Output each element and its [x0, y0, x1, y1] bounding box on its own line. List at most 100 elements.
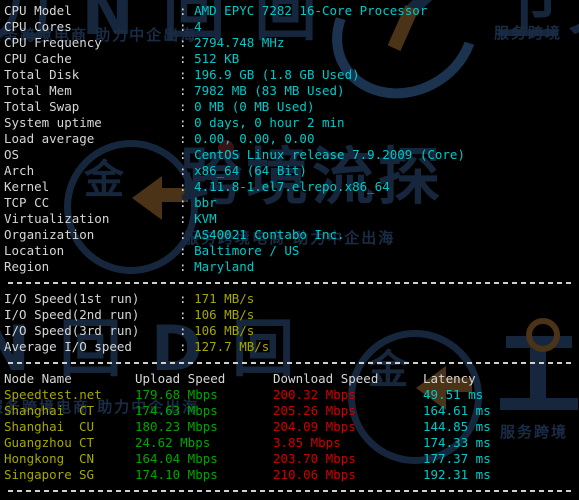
speedtest-cell-latency: 174.33 ms [423, 435, 491, 450]
io-speed-colon: : [179, 339, 195, 354]
system-info-label: Virtualization [4, 211, 110, 226]
speedtest-row: Guangzhou CT 24.62 Mbps 3.85 Mbps 174.33 ms [4, 435, 579, 451]
system-info-colon: : [179, 99, 195, 114]
system-info-value: 0 days, 0 hour 2 min [194, 115, 345, 130]
speedtest-cell-node: Shanghai [4, 419, 65, 434]
speedtest-row: Shanghai CU 180.23 Mbps 204.09 Mbps 144.85 m… [4, 419, 579, 435]
system-info-row: Organization: AS40021 Contabo Inc. [4, 227, 579, 243]
speedtest-header-latency: Latency [423, 371, 476, 386]
io-speed-colon: : [179, 307, 195, 322]
system-info-row: Virtualization: KVM [4, 211, 579, 227]
io-speed-row: I/O Speed(2nd run): 106 MB/s [4, 307, 579, 323]
io-speed-value: 171 MB/s [194, 291, 255, 306]
system-info-value: Maryland [194, 259, 255, 274]
system-info-colon: : [179, 83, 195, 98]
system-info-colon: : [179, 211, 195, 226]
system-info-label: Total Swap [4, 99, 80, 114]
system-info-label: CPU Frequency [4, 35, 102, 50]
speedtest-cell-latency: 164.61 ms [423, 403, 491, 418]
section-divider-1 [4, 275, 579, 291]
system-info-value: 196.9 GB (1.8 GB Used) [194, 67, 360, 82]
system-info-colon: : [179, 163, 195, 178]
system-info-label: System uptime [4, 115, 102, 130]
speedtest-cell-download: 204.09 Mbps [273, 419, 356, 434]
speedtest-cell-node: Singapore [4, 467, 72, 482]
speedtest-cell-isp: CU [79, 419, 95, 434]
speedtest-cell-upload: 24.62 Mbps [135, 435, 211, 450]
system-info-label: CPU Model [4, 3, 72, 18]
system-info-row: CPU Cache: 512 KB [4, 51, 579, 67]
system-info-label: TCP CC [4, 195, 50, 210]
io-speed-colon: : [179, 291, 195, 306]
io-speed-row: I/O Speed(3rd run): 106 MB/s [4, 323, 579, 339]
system-info-row: Kernel: 4.11.8-1.el7.elrepo.x86_64 [4, 179, 579, 195]
terminal-output: CPU Model: AMD EPYC 7282 16-Core Process… [0, 0, 579, 500]
speedtest-header-node: Node Name [4, 371, 72, 386]
io-speed-block: I/O Speed(1st run): 171 MB/s I/O Speed(2n… [4, 291, 579, 355]
system-info-colon: : [179, 35, 195, 50]
system-info-row: Location: Baltimore / US [4, 243, 579, 259]
system-info-label: Total Disk [4, 67, 80, 82]
system-info-label: OS [4, 147, 20, 162]
speedtest-header-row: Node Name Upload Speed Download Speed Laten… [4, 371, 579, 387]
speedtest-header-download: Download Speed [273, 371, 379, 386]
system-info-value: 4.11.8-1.el7.elrepo.x86_64 [194, 179, 390, 194]
system-info-colon: : [179, 227, 195, 242]
system-info-label: Organization [4, 227, 95, 242]
io-speed-label: I/O Speed(3rd run) [4, 323, 140, 338]
system-info-colon: : [179, 195, 195, 210]
system-info-row: CPU Model: AMD EPYC 7282 16-Core Process… [4, 3, 579, 19]
speedtest-cell-isp: CN [79, 451, 95, 466]
system-info-colon: : [179, 115, 195, 130]
io-speed-label: I/O Speed(2nd run) [4, 307, 140, 322]
io-speed-label: Average I/O speed [4, 339, 132, 354]
system-info-colon: : [179, 179, 195, 194]
system-info-row: Load average: 0.00, 0.00, 0.00 [4, 131, 579, 147]
system-info-colon: : [179, 67, 195, 82]
speedtest-cell-isp: CT [79, 403, 95, 418]
io-speed-value: 106 MB/s [194, 323, 255, 338]
system-info-row: OS: CentOS Linux release 7.9.2009 (Core) [4, 147, 579, 163]
system-info-label: CPU Cache [4, 51, 72, 66]
system-info-value: 0.00, 0.00, 0.00 [194, 131, 315, 146]
system-info-label: Load average [4, 131, 95, 146]
section-divider-3 [4, 483, 579, 499]
speedtest-cell-node: Hongkong [4, 451, 65, 466]
system-info-row: Total Swap: 0 MB (0 MB Used) [4, 99, 579, 115]
system-info-colon: : [179, 19, 195, 34]
speedtest-cell-upload: 164.04 Mbps [135, 451, 218, 466]
system-info-value: CentOS Linux release 7.9.2009 (Core) [194, 147, 465, 162]
speedtest-row: Singapore SG 174.10 Mbps 210.06 Mbps 192.31 … [4, 467, 579, 483]
speedtest-row: Shanghai CT 174.63 Mbps 205.26 Mbps 164.61 m… [4, 403, 579, 419]
system-info-colon: : [179, 147, 195, 162]
system-info-value: 7982 MB (83 MB Used) [194, 83, 345, 98]
speedtest-cell-node: Guangzhou [4, 435, 72, 450]
speedtest-cell-download: 3.85 Mbps [273, 435, 341, 450]
speedtest-cell-isp: CT [79, 435, 95, 450]
io-speed-value: 106 MB/s [194, 307, 255, 322]
system-info-value: 512 KB [194, 51, 240, 66]
speedtest-cell-download: 203.70 Mbps [273, 451, 356, 466]
system-info-value: 2794.748 MHz [194, 35, 285, 50]
system-info-row: Region: Maryland [4, 259, 579, 275]
system-info-row: System uptime: 0 days, 0 hour 2 min [4, 115, 579, 131]
speedtest-cell-upload: 174.10 Mbps [135, 467, 218, 482]
system-info-colon: : [179, 243, 195, 258]
speedtest-cell-isp: SG [79, 467, 95, 482]
system-info-value: AMD EPYC 7282 16-Core Processor [194, 3, 428, 18]
system-info-value: x86_64 (64 Bit) [194, 163, 307, 178]
speedtest-cell-upload: 174.63 Mbps [135, 403, 218, 418]
io-speed-row: I/O Speed(1st run): 171 MB/s [4, 291, 579, 307]
system-info-label: Kernel [4, 179, 50, 194]
speedtest-cell-upload: 179.68 Mbps [135, 387, 218, 402]
system-info-colon: : [179, 51, 195, 66]
system-info-label: CPU Cores [4, 19, 72, 34]
io-speed-colon: : [179, 323, 195, 338]
system-info-label: Arch [4, 163, 35, 178]
system-info-row: Arch: x86_64 (64 Bit) [4, 163, 579, 179]
system-info-value: bbr [194, 195, 217, 210]
system-info-value: 4 [194, 19, 202, 34]
speedtest-cell-upload: 180.23 Mbps [135, 419, 218, 434]
system-info-row: Total Mem: 7982 MB (83 MB Used) [4, 83, 579, 99]
speedtest-cell-download: 210.06 Mbps [273, 467, 356, 482]
